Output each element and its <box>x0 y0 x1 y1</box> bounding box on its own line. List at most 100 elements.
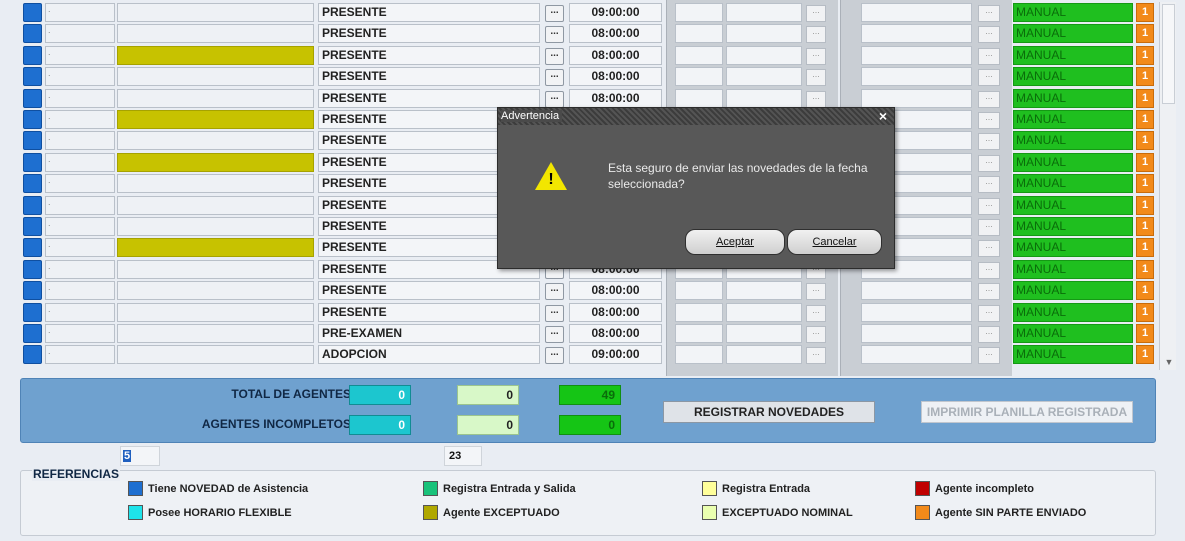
mode-cell[interactable]: MANUAL <box>1013 67 1133 87</box>
table-row[interactable]: . PRESENTE... 08:00:00...... MANUAL1 <box>0 280 1185 301</box>
agent-id-cell[interactable]: . <box>45 195 115 215</box>
exit-detail-cell[interactable] <box>861 281 972 301</box>
agent-id-cell[interactable]: . <box>45 217 115 236</box>
entry-time-cell[interactable] <box>675 24 723 44</box>
agent-name-cell[interactable] <box>117 302 314 322</box>
entry-lookup-button[interactable]: ... <box>806 47 826 65</box>
mode-cell[interactable]: MANUAL <box>1013 131 1133 151</box>
agent-id-cell[interactable]: . <box>45 88 115 108</box>
exit-detail-cell[interactable] <box>861 324 972 343</box>
mode-cell[interactable]: MANUAL <box>1013 24 1133 44</box>
status-cell[interactable]: PRESENTE <box>318 3 540 22</box>
exit-detail-cell[interactable] <box>861 3 972 22</box>
news-marker[interactable] <box>23 67 42 87</box>
entry-lookup-button[interactable]: ... <box>806 90 826 108</box>
scrollbar-thumb[interactable] <box>1162 4 1175 104</box>
agent-id-cell[interactable]: . <box>45 3 115 22</box>
mode-cell[interactable]: MANUAL <box>1013 3 1133 22</box>
mode-cell[interactable]: MANUAL <box>1013 174 1133 194</box>
news-marker[interactable] <box>23 324 42 343</box>
status-lookup-button[interactable]: ... <box>545 304 564 322</box>
print-registered-sheet-button[interactable]: IMPRIMIR PLANILLA REGISTRADA <box>921 401 1133 423</box>
entry-lookup-button[interactable]: ... <box>806 304 826 322</box>
entry-time-cell[interactable] <box>675 281 723 301</box>
news-marker[interactable] <box>23 131 42 151</box>
exit-lookup-button[interactable]: ... <box>978 326 1000 343</box>
agent-name-cell[interactable] <box>117 152 314 172</box>
mode-cell[interactable]: MANUAL <box>1013 217 1133 236</box>
agent-name-cell[interactable] <box>117 238 314 258</box>
register-news-button[interactable]: REGISTRAR NOVEDADES <box>663 401 875 423</box>
agent-name-cell[interactable] <box>117 110 314 129</box>
entry-detail-cell[interactable] <box>726 3 802 22</box>
status-cell[interactable]: PRESENTE <box>318 67 540 87</box>
status-lookup-button[interactable]: ... <box>545 69 564 87</box>
mode-cell[interactable]: MANUAL <box>1013 302 1133 322</box>
exit-lookup-button[interactable]: ... <box>978 112 1000 129</box>
news-marker[interactable] <box>23 45 42 65</box>
news-marker[interactable] <box>23 3 42 22</box>
agent-name-cell[interactable] <box>117 195 314 215</box>
entry-detail-cell[interactable] <box>726 67 802 87</box>
agent-id-cell[interactable]: . <box>45 110 115 129</box>
exit-lookup-button[interactable]: ... <box>978 261 1000 279</box>
exit-detail-cell[interactable] <box>861 67 972 87</box>
news-marker[interactable] <box>23 195 42 215</box>
entry-detail-cell[interactable] <box>726 345 802 365</box>
agent-id-cell[interactable]: . <box>45 24 115 44</box>
status-cell[interactable]: PRESENTE <box>318 45 540 65</box>
agent-id-cell[interactable]: . <box>45 131 115 151</box>
status-lookup-button[interactable]: ... <box>545 283 564 301</box>
exit-detail-cell[interactable] <box>861 45 972 65</box>
scroll-down-arrow-icon[interactable]: ▼ <box>1163 357 1175 367</box>
status-cell[interactable]: PRE-EXAMEN <box>318 324 540 343</box>
exit-detail-cell[interactable] <box>861 88 972 108</box>
mode-cell[interactable]: MANUAL <box>1013 195 1133 215</box>
mode-cell[interactable]: MANUAL <box>1013 324 1133 343</box>
news-marker[interactable] <box>23 152 42 172</box>
exit-detail-cell[interactable] <box>861 24 972 44</box>
exit-lookup-button[interactable]: ... <box>978 47 1000 65</box>
status-cell[interactable]: PRESENTE <box>318 24 540 44</box>
agent-name-cell[interactable] <box>117 67 314 87</box>
mode-cell[interactable]: MANUAL <box>1013 281 1133 301</box>
news-marker[interactable] <box>23 217 42 236</box>
agent-id-cell[interactable]: . <box>45 281 115 301</box>
table-row[interactable]: . PRESENTE... 08:00:00...... MANUAL1 <box>0 23 1185 44</box>
entry-time-cell[interactable] <box>675 67 723 87</box>
exit-lookup-button[interactable]: ... <box>978 154 1000 172</box>
entry-detail-cell[interactable] <box>726 281 802 301</box>
exit-detail-cell[interactable] <box>861 345 972 365</box>
exit-lookup-button[interactable]: ... <box>978 283 1000 301</box>
agent-name-cell[interactable] <box>117 174 314 194</box>
news-marker[interactable] <box>23 174 42 194</box>
mode-cell[interactable]: MANUAL <box>1013 88 1133 108</box>
schedule-time-cell[interactable]: 09:00:00 <box>569 345 662 365</box>
agent-name-cell[interactable] <box>117 88 314 108</box>
news-marker[interactable] <box>23 88 42 108</box>
agent-id-cell[interactable]: . <box>45 345 115 365</box>
entry-time-cell[interactable] <box>675 345 723 365</box>
status-cell[interactable]: PRESENTE <box>318 302 540 322</box>
entry-lookup-button[interactable]: ... <box>806 283 826 301</box>
entry-detail-cell[interactable] <box>726 302 802 322</box>
news-marker[interactable] <box>23 110 42 129</box>
cancel-button[interactable]: Cancelar <box>787 229 882 255</box>
schedule-time-cell[interactable]: 08:00:00 <box>569 302 662 322</box>
table-row[interactable]: . PRESENTE... 08:00:00...... MANUAL1 <box>0 45 1185 66</box>
agent-name-cell[interactable] <box>117 217 314 236</box>
vertical-scrollbar[interactable]: ▼ <box>1159 2 1176 370</box>
agent-id-cell[interactable]: . <box>45 238 115 258</box>
agent-id-cell[interactable]: . <box>45 67 115 87</box>
exit-lookup-button[interactable]: ... <box>978 176 1000 194</box>
exit-lookup-button[interactable]: ... <box>978 197 1000 215</box>
table-row[interactable]: . PRE-EXAMEN... 08:00:00...... MANUAL 1 <box>0 323 1185 344</box>
status-lookup-button[interactable]: ... <box>545 5 564 22</box>
status-cell[interactable]: ADOPCION <box>318 345 540 365</box>
exit-lookup-button[interactable]: ... <box>978 90 1000 108</box>
schedule-time-cell[interactable]: 08:00:00 <box>569 67 662 87</box>
schedule-time-cell[interactable]: 08:00:00 <box>569 324 662 343</box>
exit-lookup-button[interactable]: ... <box>978 5 1000 22</box>
entry-detail-cell[interactable] <box>726 324 802 343</box>
news-marker[interactable] <box>23 259 42 279</box>
